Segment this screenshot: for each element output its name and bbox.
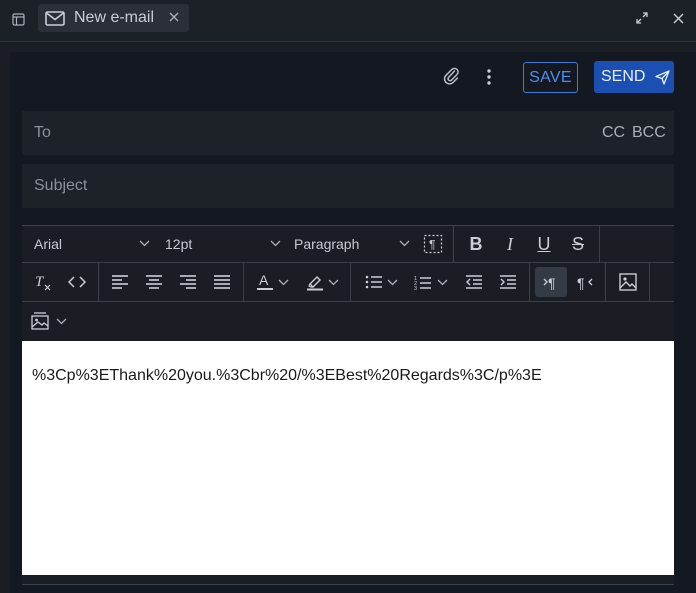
strikethrough-label: S xyxy=(571,233,584,254)
tab-new-email[interactable]: New e-mail xyxy=(38,4,189,32)
insert-image-icon[interactable] xyxy=(613,267,643,297)
send-label: SEND xyxy=(601,68,646,85)
toolbar-divider xyxy=(350,263,351,301)
message-body-editor[interactable]: %3Cp%3EThank%20you.%3Cbr%20/%3EBest%20Re… xyxy=(22,341,674,575)
chevron-down-icon[interactable] xyxy=(275,267,291,297)
to-field[interactable]: To CC BCC xyxy=(22,111,674,155)
font-size-select[interactable]: 12pt xyxy=(165,225,285,263)
chevron-down-icon xyxy=(269,237,281,249)
title-bar: New e-mail xyxy=(0,0,696,42)
font-family-select[interactable]: Arial xyxy=(34,225,154,263)
rtl-direction-icon[interactable]: ¶ xyxy=(570,267,600,297)
block-format-value: Paragraph xyxy=(294,236,360,252)
tab-label: New e-mail xyxy=(74,9,155,26)
toolbar-divider xyxy=(649,263,650,301)
paperclip-icon[interactable] xyxy=(441,65,461,87)
bcc-button[interactable]: BCC xyxy=(632,124,666,142)
chevron-down-icon[interactable] xyxy=(384,267,400,297)
align-right-icon[interactable] xyxy=(173,267,203,297)
toolbar-divider xyxy=(453,225,454,263)
align-justify-icon[interactable] xyxy=(207,267,237,297)
editor-toolbar: Arial 12pt Paragraph ¶ B I U S T A 1 2 3… xyxy=(22,225,674,341)
chevron-down-icon xyxy=(398,237,410,249)
to-label: To xyxy=(34,124,51,141)
toolbar-row-2: T A 123 ¶ ¶ xyxy=(22,263,674,302)
toolbar-divider xyxy=(599,225,600,263)
ltr-direction-icon[interactable]: ¶ xyxy=(535,267,567,297)
chevron-down-icon[interactable] xyxy=(53,306,69,336)
block-format-select[interactable]: Paragraph xyxy=(294,225,414,263)
svg-text:3: 3 xyxy=(414,286,417,290)
subject-field[interactable]: Subject xyxy=(22,164,674,208)
tab-close-icon[interactable] xyxy=(166,9,182,25)
subject-label: Subject xyxy=(34,177,88,194)
align-left-icon[interactable] xyxy=(105,267,135,297)
svg-text:A: A xyxy=(259,273,269,288)
send-button[interactable]: SEND xyxy=(594,61,674,93)
mail-icon xyxy=(44,9,66,27)
chevron-down-icon xyxy=(138,237,150,249)
align-center-icon[interactable] xyxy=(139,267,169,297)
bold-button[interactable]: B xyxy=(461,229,491,259)
toolbar-divider xyxy=(243,263,244,301)
toolbar-row-3 xyxy=(22,302,674,341)
svg-text:¶: ¶ xyxy=(577,275,585,290)
indent-icon[interactable] xyxy=(493,267,523,297)
svg-text:¶: ¶ xyxy=(548,275,556,290)
bold-label: B xyxy=(469,233,483,254)
close-icon[interactable] xyxy=(669,9,687,27)
underline-button[interactable]: U xyxy=(529,229,559,259)
toolbar-divider xyxy=(605,263,606,301)
svg-text:¶: ¶ xyxy=(429,238,435,252)
send-icon xyxy=(655,69,671,85)
underline-label: U xyxy=(537,233,551,254)
strikethrough-button[interactable]: S xyxy=(563,229,593,259)
message-body-text: %3Cp%3EThank%20you.%3Cbr%20/%3EBest%20Re… xyxy=(32,367,542,384)
expand-icon[interactable] xyxy=(633,9,651,27)
font-size-value: 12pt xyxy=(165,236,193,252)
outdent-icon[interactable] xyxy=(459,267,489,297)
window-icon[interactable] xyxy=(9,10,27,28)
italic-label: I xyxy=(507,233,513,254)
clear-format-icon[interactable]: T xyxy=(28,267,58,297)
editor-status-bar xyxy=(22,575,674,585)
toolbar-row-1: Arial 12pt Paragraph ¶ B I U S xyxy=(22,225,674,263)
chevron-down-icon[interactable] xyxy=(434,267,450,297)
font-family-value: Arial xyxy=(34,236,63,252)
svg-text:T: T xyxy=(35,274,45,290)
more-vertical-icon[interactable] xyxy=(479,66,499,88)
italic-button[interactable]: I xyxy=(495,229,525,259)
to-input[interactable] xyxy=(82,117,582,149)
image-gallery-icon[interactable] xyxy=(27,306,53,336)
chevron-down-icon[interactable] xyxy=(325,267,341,297)
toolbar-divider xyxy=(529,263,530,301)
cc-button[interactable]: CC xyxy=(602,124,625,142)
save-button[interactable]: SAVE xyxy=(523,62,578,93)
show-blocks-icon[interactable]: ¶ xyxy=(418,229,448,259)
source-code-icon[interactable] xyxy=(62,267,92,297)
toolbar-divider xyxy=(98,263,99,301)
